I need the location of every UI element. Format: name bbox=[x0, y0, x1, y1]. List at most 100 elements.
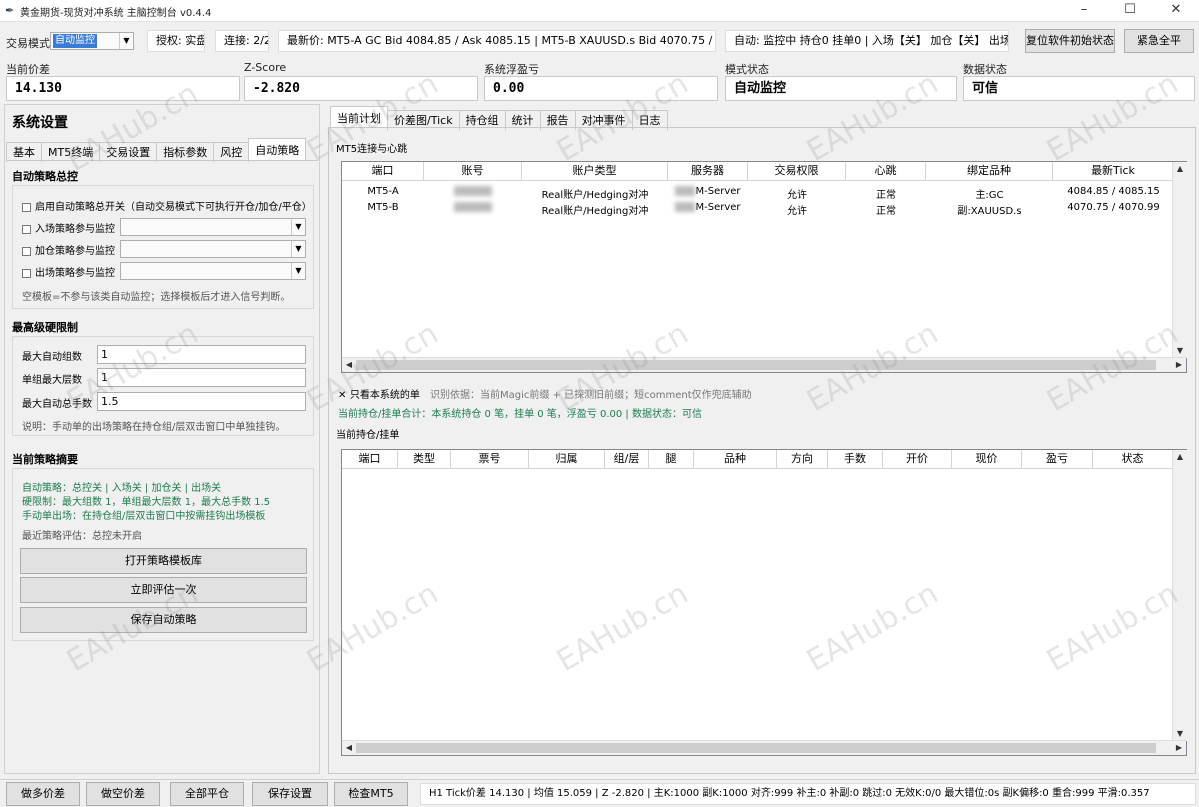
tab-trade-settings[interactable]: 交易设置 bbox=[99, 142, 158, 162]
chevron-down-icon: ▼ bbox=[119, 33, 133, 49]
entry-checkbox[interactable]: 入场策略参与监控 bbox=[22, 220, 115, 235]
summary-line: 硬限制：最大组数 1，单组最大层数 1，最大总手数 1.5 bbox=[22, 497, 271, 508]
column-header[interactable]: 归属 bbox=[529, 450, 605, 469]
close-button[interactable]: ✕ bbox=[1153, 0, 1199, 22]
cell-port: MT5-A bbox=[367, 186, 399, 197]
auto-group-title: 自动策略总控 bbox=[12, 170, 78, 183]
title-bar: ✒ 黄金期货-现货对冲系统 主脑控制台 v0.4.4 – ☐ ✕ bbox=[0, 0, 1199, 22]
column-header[interactable]: 类型 bbox=[398, 450, 451, 469]
settings-heading: 系统设置 bbox=[12, 115, 68, 131]
minimize-button[interactable]: – bbox=[1061, 0, 1107, 22]
add-checkbox[interactable]: 加仓策略参与监控 bbox=[22, 242, 115, 257]
column-header[interactable]: 端口 bbox=[342, 450, 398, 469]
cell-symbol: 副:XAUUSD.s bbox=[957, 206, 1022, 217]
tab-basic[interactable]: 基本 bbox=[6, 142, 42, 162]
max-groups-input[interactable]: 1 bbox=[97, 345, 306, 364]
entry-template-select[interactable]: ▼ bbox=[120, 218, 306, 236]
scroll-down-icon[interactable]: ▼ bbox=[1173, 344, 1187, 358]
vertical-scrollbar[interactable]: ▲ ▼ bbox=[1172, 162, 1187, 358]
column-header[interactable]: 腿 bbox=[649, 450, 694, 469]
column-header[interactable]: 心跳 bbox=[846, 162, 926, 181]
checkbox-icon bbox=[22, 202, 31, 212]
exit-checkbox[interactable]: 出场策略参与监控 bbox=[22, 264, 115, 279]
max-lots-label: 最大自动总手数 bbox=[22, 399, 92, 410]
column-header[interactable]: 服务器 bbox=[668, 162, 748, 181]
emergency-close-button[interactable]: 紧急全平 bbox=[1124, 29, 1194, 53]
scroll-right-icon[interactable]: ▶ bbox=[1172, 741, 1186, 755]
redacted-server bbox=[675, 186, 696, 196]
metric-label: 模式状态 bbox=[725, 63, 769, 76]
column-header[interactable]: 绑定品种 bbox=[926, 162, 1053, 181]
column-header[interactable]: 端口 bbox=[342, 162, 424, 181]
only-own-checkbox[interactable]: ✕ 只看本系统的单 bbox=[338, 386, 420, 401]
column-header[interactable]: 方向 bbox=[777, 450, 828, 469]
column-header[interactable]: 盈亏 bbox=[1022, 450, 1093, 469]
column-header[interactable]: 账号 bbox=[424, 162, 522, 181]
max-groups-label: 最大自动组数 bbox=[22, 352, 82, 363]
scroll-right-icon[interactable]: ▶ bbox=[1172, 358, 1186, 372]
tab-mt5-terminal[interactable]: MT5终端 bbox=[41, 142, 101, 162]
position-summary: 当前持仓/挂单合计：本系统持仓 0 笔，挂单 0 笔，浮盈亏 0.00 | 数据… bbox=[338, 409, 702, 420]
column-header[interactable]: 最新Tick bbox=[1053, 162, 1174, 181]
trade-mode-select[interactable]: 自动监控 ▼ bbox=[50, 32, 134, 50]
exit-template-select[interactable]: ▼ bbox=[120, 262, 306, 280]
column-header[interactable]: 现价 bbox=[952, 450, 1022, 469]
column-header[interactable]: 品种 bbox=[694, 450, 777, 469]
metric-label: 数据状态 bbox=[963, 63, 1007, 76]
tab-indicators[interactable]: 指标参数 bbox=[156, 142, 215, 162]
column-header[interactable]: 开价 bbox=[883, 450, 952, 469]
save-settings-button[interactable]: 保存设置 bbox=[252, 782, 328, 806]
window-title: 黄金期货-现货对冲系统 主脑控制台 v0.4.4 bbox=[20, 8, 212, 19]
check-mt5-button[interactable]: 检查MT5 bbox=[334, 782, 408, 806]
horizontal-scrollbar[interactable]: ◀ ▶ bbox=[342, 740, 1186, 755]
latest-price-display: 最新价: MT5-A GC Bid 4084.85 / Ask 4085.15 … bbox=[278, 30, 716, 52]
max-layers-input[interactable]: 1 bbox=[97, 368, 306, 387]
limits-note: 说明：手动单的出场策略在持仓组/层双击窗口中单独挂钩。 bbox=[22, 422, 286, 433]
cell-tick: 4070.75 / 4070.99 bbox=[1067, 202, 1160, 213]
scroll-left-icon[interactable]: ◀ bbox=[342, 358, 356, 372]
metric-pnl-value: 0.00 bbox=[484, 76, 718, 101]
column-header[interactable]: 票号 bbox=[451, 450, 529, 469]
evaluate-now-button[interactable]: 立即评估一次 bbox=[20, 577, 307, 603]
vertical-scrollbar[interactable]: ▲ ▼ bbox=[1172, 450, 1187, 741]
long-spread-button[interactable]: 做多价差 bbox=[6, 782, 80, 806]
cell-server: M-Server bbox=[668, 186, 748, 197]
cell-heartbeat: 正常 bbox=[876, 190, 896, 201]
column-header[interactable]: 交易权限 bbox=[748, 162, 846, 181]
scroll-thumb[interactable] bbox=[356, 743, 1156, 753]
metric-mode-value: 自动监控 bbox=[725, 76, 957, 101]
metric-spread-value: 14.130 bbox=[6, 76, 240, 101]
close-all-button[interactable]: 全部平仓 bbox=[170, 782, 244, 806]
master-switch-checkbox[interactable]: 启用自动策略总开关（自动交易模式下可执行开仓/加仓/平仓） bbox=[22, 198, 312, 213]
tab-auto-strategy[interactable]: 自动策略 bbox=[248, 138, 307, 160]
horizontal-scrollbar[interactable]: ◀ ▶ bbox=[342, 357, 1186, 372]
short-spread-button[interactable]: 做空价差 bbox=[86, 782, 160, 806]
scroll-thumb[interactable] bbox=[356, 360, 1156, 370]
max-lots-input[interactable]: 1.5 bbox=[97, 392, 306, 411]
column-header[interactable]: 手数 bbox=[828, 450, 883, 469]
summary-group-title: 当前策略摘要 bbox=[12, 453, 78, 466]
scroll-up-icon[interactable]: ▲ bbox=[1173, 162, 1187, 176]
add-template-select[interactable]: ▼ bbox=[120, 240, 306, 258]
conn-title: MT5连接与心跳 bbox=[336, 144, 408, 155]
column-header[interactable]: 账户类型 bbox=[522, 162, 668, 181]
maximize-button[interactable]: ☐ bbox=[1107, 0, 1153, 22]
checkbox-icon bbox=[22, 246, 31, 256]
server-label: M-Server bbox=[695, 202, 741, 213]
tab-risk[interactable]: 风控 bbox=[213, 142, 250, 162]
positions-table: 端口 类型 票号 归属 组/层 腿 品种 方向 手数 开价 现价 盈亏 状态 ▲… bbox=[341, 449, 1187, 756]
template-library-button[interactable]: 打开策略模板库 bbox=[20, 548, 307, 574]
cell-permission: 允许 bbox=[787, 190, 807, 201]
connection-table: 端口 账号 账户类型 服务器 交易权限 心跳 绑定品种 最新Tick MT5-A… bbox=[341, 161, 1187, 373]
reset-button[interactable]: 复位软件初始状态 bbox=[1025, 29, 1115, 53]
status-line: H1 Tick价差 14.130 | 均值 15.059 | Z -2.820 … bbox=[420, 783, 1196, 805]
save-auto-strategy-button[interactable]: 保存自动策略 bbox=[20, 607, 307, 633]
column-header[interactable]: 组/层 bbox=[605, 450, 649, 469]
auto-status-display: 自动: 监控中 持仓0 挂单0 | 入场【关】 加仓【关】 出场【关】 bbox=[725, 30, 1009, 52]
scroll-down-icon[interactable]: ▼ bbox=[1173, 727, 1187, 741]
column-header[interactable]: 状态 bbox=[1093, 450, 1173, 469]
scroll-up-icon[interactable]: ▲ bbox=[1173, 450, 1187, 464]
metric-zscore-value: -2.820 bbox=[244, 76, 478, 101]
tab-current-plan[interactable]: 当前计划 bbox=[330, 106, 388, 128]
scroll-left-icon[interactable]: ◀ bbox=[342, 741, 356, 755]
